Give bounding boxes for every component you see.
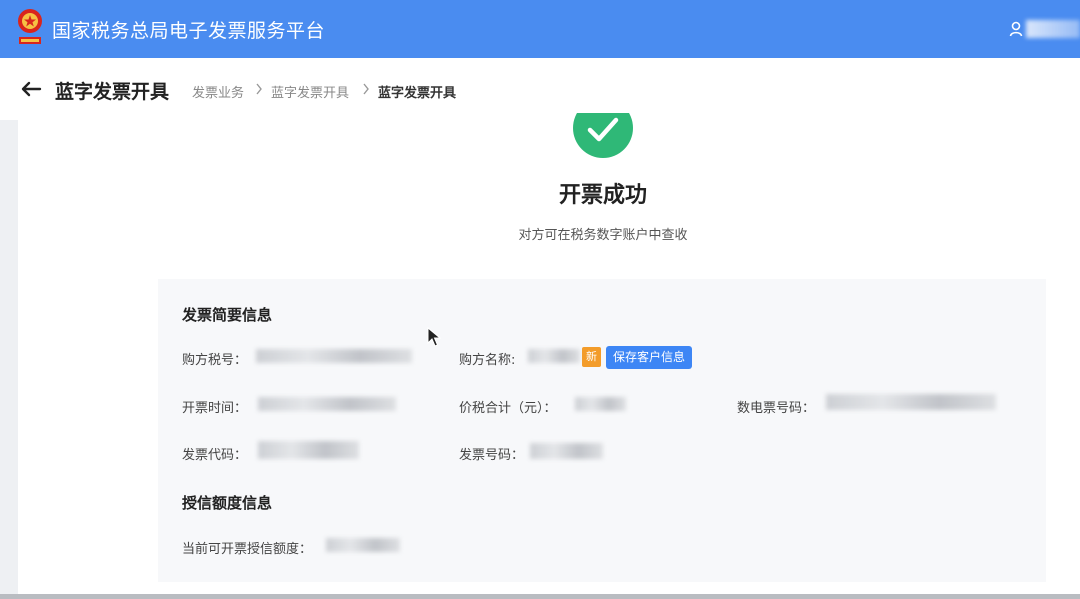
- issue-time-label: 开票时间：: [182, 401, 248, 416]
- credit-info-title: 授信额度信息: [182, 494, 273, 512]
- buyer-tax-id-value: [256, 349, 412, 363]
- buyer-name-label: 购方名称:: [459, 353, 516, 368]
- result-subtitle: 对方可在税务数字账户中查收: [518, 228, 688, 243]
- available-credit-label: 当前可开票授信额度：: [182, 542, 313, 557]
- horizontal-scrollbar[interactable]: [0, 594, 1080, 599]
- check-icon: [587, 117, 619, 142]
- save-customer-button[interactable]: 保存客户信息: [606, 346, 692, 369]
- invoice-info-card: [158, 279, 1046, 582]
- page-title: 蓝字发票开具: [55, 81, 170, 103]
- invoice-code-value: [258, 441, 359, 459]
- header-mask: [560, 58, 650, 113]
- invoice-number-value: [530, 443, 603, 459]
- e-invoice-number-label: 数电票号码：: [737, 401, 816, 416]
- back-arrow-icon[interactable]: [20, 80, 42, 98]
- buyer-tax-id-label: 购方税号：: [182, 353, 248, 368]
- result-title: 开票成功: [558, 183, 647, 208]
- invoice-number-label: 发票号码：: [459, 448, 525, 463]
- national-emblem-icon: [18, 9, 42, 44]
- issue-time-value: [258, 397, 396, 411]
- new-badge: 新: [582, 347, 601, 367]
- breadcrumb-item-blue-invoice[interactable]: 蓝字发票开具: [271, 82, 349, 101]
- invoice-summary-title: 发票简要信息: [182, 306, 273, 324]
- e-invoice-number-value: [826, 394, 996, 410]
- chevron-right-icon: [363, 83, 369, 95]
- total-amount-value: [575, 397, 626, 411]
- app-title: 国家税务总局电子发票服务平台: [52, 20, 326, 42]
- buyer-name-value: [528, 349, 580, 363]
- breadcrumb-item-invoice-business[interactable]: 发票业务: [192, 82, 244, 101]
- breadcrumb-item-current: 蓝字发票开具: [378, 86, 457, 101]
- total-amount-label: 价税合计（元）：: [459, 401, 557, 416]
- user-name-redacted[interactable]: [1026, 20, 1080, 38]
- user-icon[interactable]: [1009, 21, 1023, 37]
- chevron-right-icon: [256, 83, 262, 95]
- available-credit-value: [326, 538, 400, 552]
- invoice-code-label: 发票代码：: [182, 448, 248, 463]
- mouse-cursor-icon: [427, 327, 441, 347]
